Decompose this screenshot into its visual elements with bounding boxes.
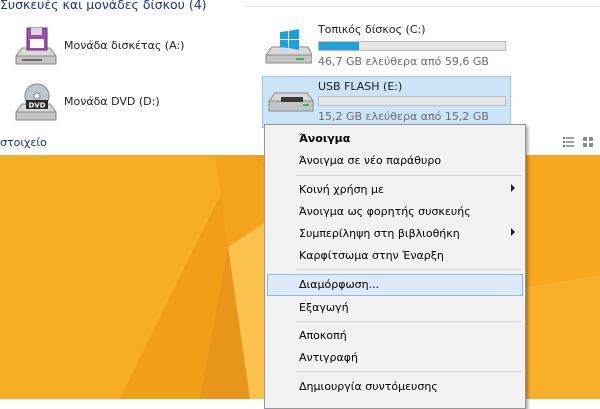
- menu-item-create-shortcut[interactable]: Δημιουργία συντόμευσης: [267, 376, 523, 397]
- view-switcher: [562, 137, 595, 150]
- drive-usage-bar: [318, 41, 506, 51]
- menu-item-share-with[interactable]: Κοινή χρήση με: [267, 179, 523, 200]
- svg-text:DVD: DVD: [28, 102, 45, 110]
- details-view-icon[interactable]: [562, 137, 574, 147]
- drive-usage-fill: [319, 42, 360, 50]
- menu-item-pin-to-start[interactable]: Καρφίτσωμα στην Έναρξη: [267, 245, 523, 266]
- drive-tile-dvd[interactable]: DVD Μονάδα DVD (D:): [10, 80, 230, 126]
- menu-separator: [296, 269, 521, 270]
- drive-name: Μονάδα δισκέτας (A:): [64, 39, 185, 52]
- floppy-drive-icon: [10, 26, 58, 73]
- context-menu: Άνοιγμα Άνοιγμα σε νέο παράθυρο Κοινή χρ…: [264, 124, 526, 409]
- drive-name: Τοπικός δίσκος (C:): [318, 23, 426, 36]
- menu-item-open[interactable]: Άνοιγμα: [267, 128, 523, 149]
- submenu-arrow-icon: [511, 184, 515, 192]
- menu-separator: [296, 321, 521, 322]
- drive-tile-usb[interactable]: USB FLASH (E:) 15,2 GB ελεύθερα από 15,2…: [262, 76, 511, 128]
- menu-item-include-in-library[interactable]: Συμπερίληψη στη βιβλιοθήκη: [267, 223, 523, 244]
- drive-name: USB FLASH (E:): [318, 80, 403, 93]
- windows-drive-icon: [264, 25, 313, 72]
- group-divider: [245, 6, 600, 7]
- drive-free-space: 15,2 GB ελεύθερα από 15,2 GB: [318, 110, 489, 123]
- tiles-view-icon[interactable]: [583, 137, 594, 147]
- group-title[interactable]: Συσκευές και μονάδες δίσκου (4): [0, 0, 207, 12]
- drive-tile-c[interactable]: Τοπικός δίσκος (C:) 46,7 GB ελεύθερα από…: [262, 20, 514, 72]
- menu-item-format[interactable]: Διαμόρφωση...: [267, 274, 523, 296]
- menu-item-eject[interactable]: Εξαγωγή: [267, 297, 523, 318]
- menu-separator: [296, 175, 521, 176]
- menu-item-cut[interactable]: Αποκοπή: [267, 325, 523, 346]
- menu-separator: [296, 371, 521, 372]
- group-header[interactable]: Συσκευές και μονάδες δίσκου (4): [0, 0, 600, 16]
- drive-free-space: 46,7 GB ελεύθερα από 59,6 GB: [318, 55, 489, 68]
- drive-usage-bar: [318, 96, 506, 106]
- drive-name: Μονάδα DVD (D:): [64, 95, 160, 108]
- dvd-drive-icon: DVD: [10, 82, 58, 129]
- status-item-count: στοιχείο: [0, 136, 47, 149]
- menu-item-open-portable[interactable]: Άνοιγμα ως φορητής συσκευής: [267, 201, 523, 222]
- menu-item-open-new-window[interactable]: Άνοιγμα σε νέο παράθυρο: [267, 150, 523, 171]
- menu-item-copy[interactable]: Αντιγραφή: [267, 347, 523, 368]
- usb-drive-icon: [267, 91, 315, 124]
- submenu-arrow-icon: [511, 228, 515, 236]
- drive-tile-floppy[interactable]: Μονάδα δισκέτας (A:): [10, 24, 230, 70]
